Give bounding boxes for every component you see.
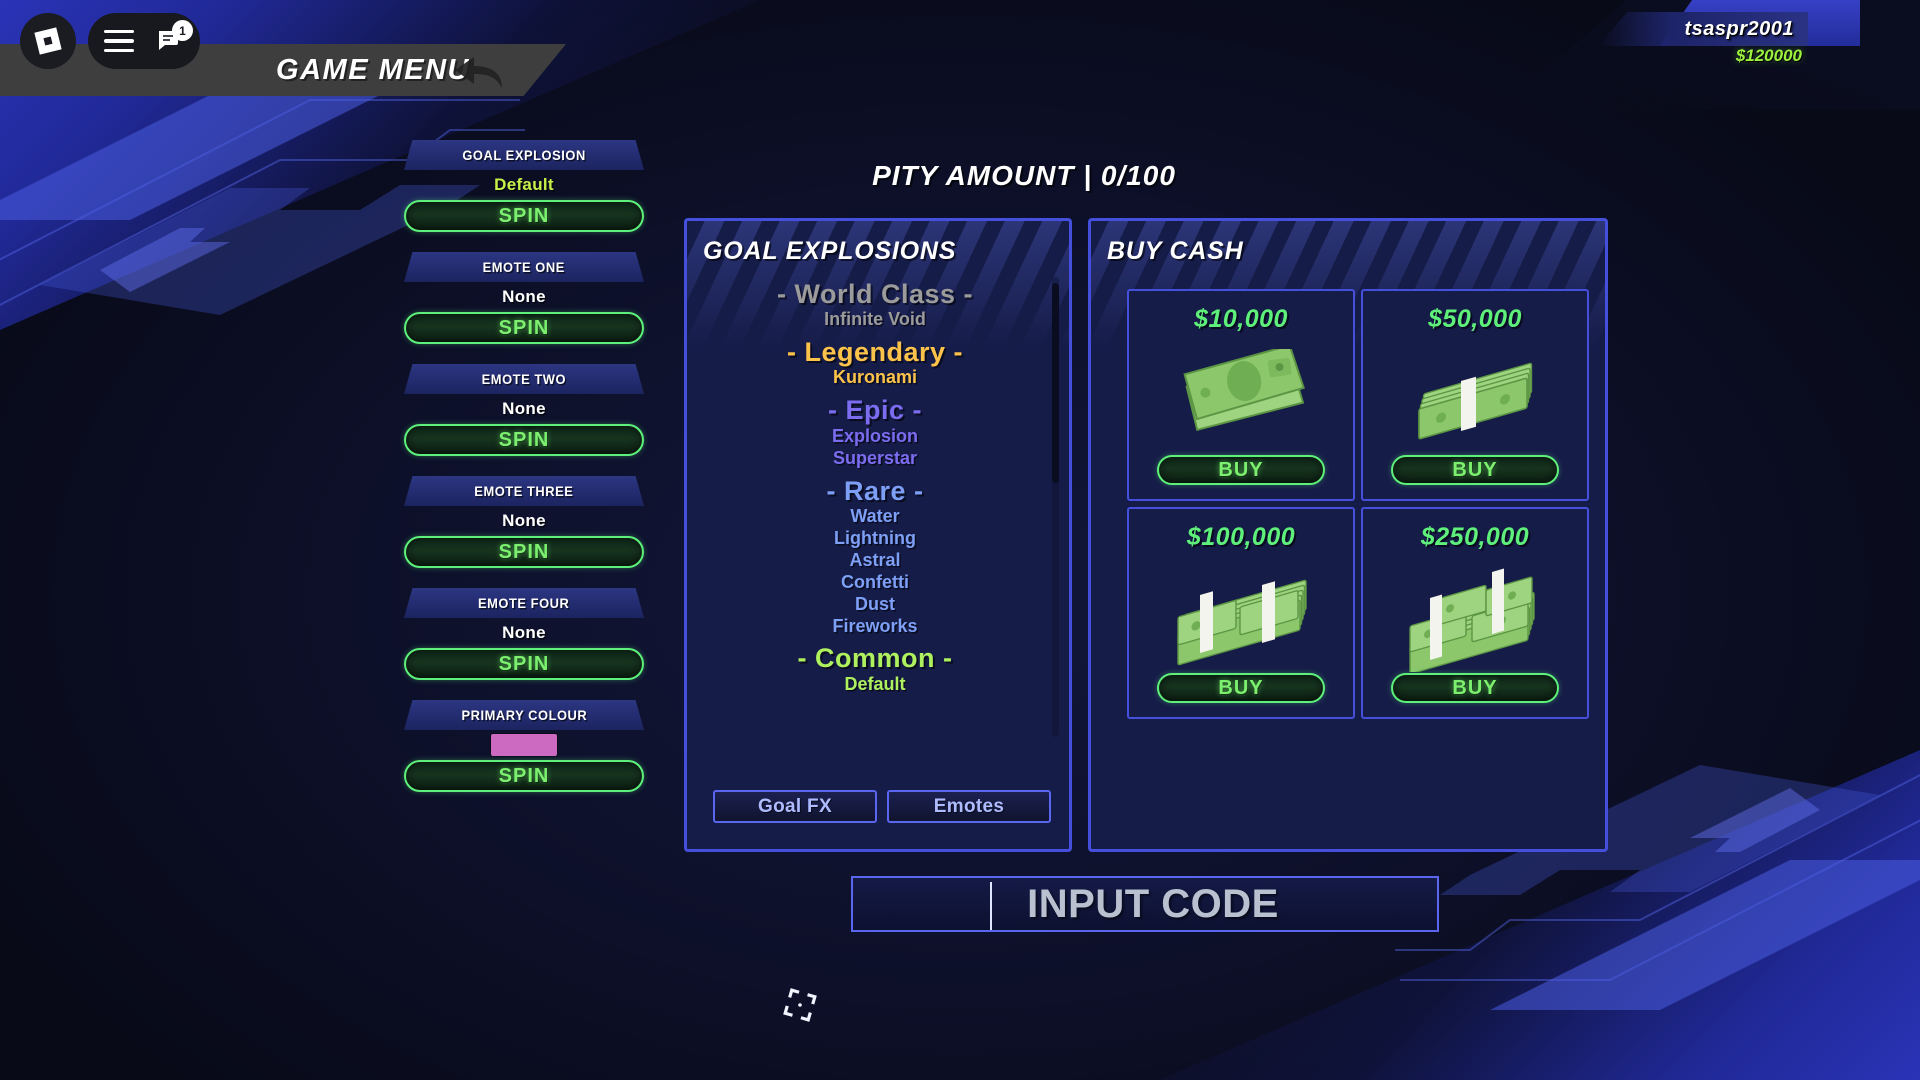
cash-tile: $100,000 BUY — [1127, 507, 1355, 719]
goal-explosions-title: GOAL EXPLOSIONS — [703, 237, 957, 265]
sidebar-slot-value: None — [502, 511, 546, 530]
pity-amount-label: PITY AMOUNT | 0/100 — [872, 160, 1176, 191]
goal-explosion-item[interactable]: Fireworks — [695, 616, 1055, 638]
spin-button[interactable]: SPIN — [404, 312, 644, 344]
tab-goal-fx[interactable]: Goal FX — [713, 790, 877, 823]
goal-explosion-item[interactable]: Infinite Void — [695, 309, 1055, 331]
sidebar-slot-header: EMOTE TWO — [404, 364, 644, 394]
sidebar-slot: EMOTE FOUR None SPIN — [404, 588, 644, 680]
buy-button[interactable]: BUY — [1157, 673, 1325, 703]
goal-explosion-item[interactable]: Water — [695, 506, 1055, 528]
cash-amount-label: $250,000 — [1420, 523, 1530, 551]
goal-explosion-item[interactable]: Default — [695, 674, 1055, 696]
customization-sidebar: GOAL EXPLOSION Default SPIN EMOTE ONE None SP… — [404, 140, 644, 812]
cash-stack-icon — [1129, 552, 1353, 673]
spin-button[interactable]: SPIN — [404, 200, 644, 232]
goal-explosion-item[interactable]: Confetti — [695, 572, 1055, 594]
goal-explosion-item[interactable]: Dust — [695, 594, 1055, 616]
rarity-heading: - World Class - — [776, 279, 974, 309]
sidebar-slot-header: EMOTE ONE — [404, 252, 644, 282]
goal-explosion-item[interactable]: Kuronami — [695, 367, 1055, 389]
tab-emotes[interactable]: Emotes — [887, 790, 1051, 823]
goal-explosion-item[interactable]: Astral — [695, 550, 1055, 572]
sidebar-slot: EMOTE THREE None SPIN — [404, 476, 644, 568]
rarity-heading: - Epic - — [827, 395, 922, 426]
chat-badge: 1 — [172, 20, 193, 41]
sidebar-slot-header: EMOTE THREE — [404, 476, 644, 506]
sidebar-slot-header: PRIMARY COLOUR — [404, 700, 644, 730]
sidebar-slot: PRIMARY COLOUR SPIN — [404, 700, 644, 792]
cash-tile: $50,000 BUY — [1361, 289, 1589, 501]
cash-pile-icon — [1363, 552, 1587, 673]
buy-button[interactable]: BUY — [1157, 455, 1325, 485]
cash-amount-label: $50,000 — [1428, 305, 1522, 333]
sidebar-slot: EMOTE TWO None SPIN — [404, 364, 644, 456]
spin-button[interactable]: SPIN — [404, 760, 644, 792]
sidebar-slot-title: EMOTE FOUR — [478, 595, 570, 611]
buy-cash-panel: BUY CASH $10,000 BUY $50,000 BUY $100,000 BUY… — [1088, 218, 1608, 852]
cash-tile: $250,000 BUY — [1361, 507, 1589, 719]
goal-explosions-list[interactable]: - World Class - Infinite Void - Legendary … — [695, 273, 1055, 773]
buy-cash-title: BUY CASH — [1107, 237, 1244, 265]
goal-explosion-item[interactable]: Lightning — [695, 528, 1055, 550]
cash-tile-grid: $10,000 BUY $50,000 BUY $100,000 BUY $250,000 B… — [1127, 289, 1589, 719]
goal-explosion-item[interactable]: Superstar — [695, 448, 1055, 470]
sidebar-slot-title: EMOTE THREE — [474, 483, 574, 499]
sidebar-slot-value: None — [502, 623, 546, 642]
chat-icon[interactable]: 1 — [156, 20, 193, 54]
sidebar-slot-title: EMOTE ONE — [482, 259, 566, 275]
rarity-heading: - Legendary - — [786, 337, 964, 368]
sidebar-slot-value: None — [502, 287, 546, 306]
cash-amount-label: $100,000 — [1186, 523, 1296, 551]
sidebar-slot-header: GOAL EXPLOSION — [404, 140, 644, 170]
cash-tile: $10,000 BUY — [1127, 289, 1355, 501]
sidebar-slot-header: EMOTE FOUR — [404, 588, 644, 618]
scrollbar-thumb[interactable] — [1052, 283, 1059, 483]
code-input-placeholder: INPUT CODE — [1027, 881, 1279, 926]
cash-amount-label: $10,000 — [1194, 305, 1288, 333]
goal-explosions-tabs: Goal FX Emotes — [713, 790, 1051, 823]
spin-button[interactable]: SPIN — [404, 648, 644, 680]
primary-colour-swatch — [491, 734, 557, 756]
sidebar-slot-title: PRIMARY COLOUR — [461, 707, 587, 723]
cash-bundle-icon — [1363, 334, 1587, 455]
spin-button[interactable]: SPIN — [404, 536, 644, 568]
single-bill-icon — [1129, 334, 1353, 455]
roblox-logo-icon[interactable] — [20, 13, 76, 69]
goal-explosion-item[interactable]: Explosion — [695, 426, 1055, 448]
roblox-topbar: 1 — [0, 0, 1920, 86]
sidebar-slot-title: EMOTE TWO — [481, 371, 567, 387]
sidebar-slot-title: GOAL EXPLOSION — [462, 147, 586, 163]
code-input-field[interactable]: INPUT CODE — [851, 876, 1439, 932]
scrollbar-track[interactable] — [1052, 277, 1059, 737]
sidebar-slot-value: Default — [494, 175, 554, 194]
sidebar-slot-value: None — [502, 399, 546, 418]
goal-explosions-panel: GOAL EXPLOSIONS - World Class - Infinite … — [684, 218, 1072, 852]
spin-button[interactable]: SPIN — [404, 424, 644, 456]
text-caret — [990, 882, 992, 930]
rarity-heading: - Rare - — [826, 475, 924, 506]
roblox-menu-pill: 1 — [88, 13, 200, 69]
rarity-heading: - Common - — [797, 643, 953, 674]
hamburger-menu-icon[interactable] — [104, 30, 134, 52]
sidebar-slot: EMOTE ONE None SPIN — [404, 252, 644, 344]
buy-button[interactable]: BUY — [1391, 455, 1559, 485]
buy-button[interactable]: BUY — [1391, 673, 1559, 703]
sidebar-slot: GOAL EXPLOSION Default SPIN — [404, 140, 644, 232]
